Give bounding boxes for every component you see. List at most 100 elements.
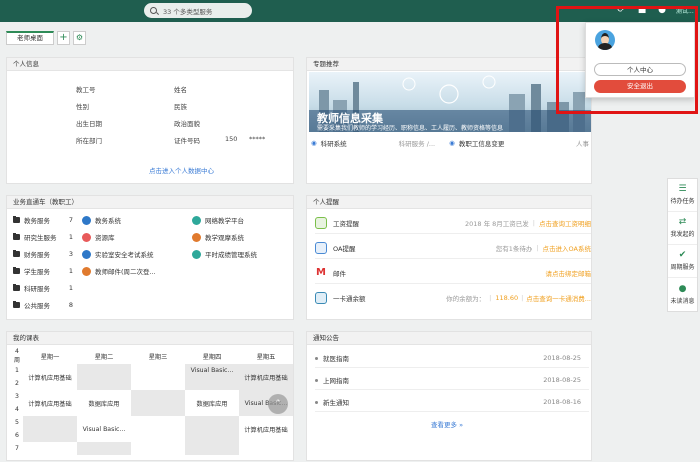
chat-icon: ●: [678, 283, 687, 294]
course-cell[interactable]: 计算机应用基础: [239, 364, 293, 390]
category-item[interactable]: 公共服务 8: [13, 300, 73, 310]
settings-gear-icon[interactable]: ⚙: [73, 31, 86, 45]
card-balance-row[interactable]: 一卡通余额 你的余额为： | 118.60 | 点击查询一卡通消费...: [315, 287, 591, 309]
folder-icon: [13, 266, 20, 274]
business-card: 业务直通车（教职工） 教务系统 资源库 实验室安全考试系统 教师邮件(周二次登.…: [6, 195, 294, 320]
banner-subtitle: 需要采集我们教师的学习经历、职称信息、工人履历、教师资格等信息: [317, 125, 504, 132]
notice-item[interactable]: 就医指南 2018-08-25: [315, 348, 589, 368]
search-bar[interactable]: 33 个多类型服务: [144, 3, 252, 18]
reminder-action-link[interactable]: 点击查询工资明细: [539, 218, 591, 228]
category-item[interactable]: 财务服务 3: [13, 249, 73, 259]
notices-card: 通知公告 就医指南 2018-08-25 上网指南 2018-08-25 新生通…: [306, 331, 592, 461]
highlight-frame: [556, 6, 698, 114]
system-academic[interactable]: 教务系统: [82, 215, 121, 225]
observation-icon: [192, 232, 201, 242]
notice-date: 2018-08-16: [543, 397, 581, 406]
notice-item[interactable]: 新生通知 2018-08-16: [315, 392, 589, 412]
reminder-action-link[interactable]: 点击进入OA系统: [543, 243, 591, 253]
course-cell[interactable]: Visual Basic...: [185, 364, 239, 377]
course-cell[interactable]: 数据库应用: [185, 390, 239, 416]
scroll-up-button[interactable]: ⌃: [268, 394, 288, 414]
label-birthdate: 出生日期: [76, 120, 102, 128]
todo-tasks-button[interactable]: ☰ 待办任务: [668, 179, 697, 212]
category-item[interactable]: 教务服务 7: [13, 215, 73, 225]
initiated-button[interactable]: ⇄ 我发起的: [668, 212, 697, 245]
category-item[interactable]: 学生服务 1: [13, 266, 73, 276]
add-tab-button[interactable]: +: [57, 31, 70, 45]
notice-title: 新生通知: [323, 398, 349, 407]
day-header: 星期五: [256, 353, 276, 361]
reminder-info: 2018 年 8月工资已发: [464, 219, 529, 228]
topic-systems-row: ◉ 科研系统 科研服务 /... ◉ 教职工信息变更 人事: [311, 136, 589, 150]
research-service-label: 科研服务 /...: [398, 140, 436, 148]
rb-label: 待办任务: [670, 198, 695, 205]
oa-reminder-row[interactable]: OA提醒 您有1条待办 | 点击进入OA系统: [315, 237, 591, 259]
period-number: 5: [15, 419, 19, 426]
system-label: 教务系统: [95, 217, 121, 225]
notices-title: 通知公告: [307, 332, 591, 345]
empty-cell: [131, 442, 185, 455]
unread-messages-button[interactable]: ● 未读消息: [668, 278, 697, 311]
salary-reminder-row[interactable]: 工资提醒 2018 年 8月工资已发 | 点击查询工资明细: [315, 212, 591, 234]
system-resource[interactable]: 资源库: [82, 232, 115, 242]
academic-system-icon: [82, 215, 91, 225]
research-system-icon: ◉: [311, 139, 317, 147]
system-observation[interactable]: 教学观摩系统: [192, 232, 244, 242]
topic-banner[interactable]: 教师信息采集 需要采集我们教师的学习经历、职称信息、工人履历、教师资格等信息: [309, 72, 591, 132]
periodic-service-button[interactable]: ✔ 周期服务: [668, 245, 697, 278]
course-cell[interactable]: 计算机应用基础: [23, 390, 77, 416]
category-name: 公共服务: [24, 302, 50, 310]
category-item[interactable]: 研究生服务 1: [13, 232, 73, 242]
category-name: 学生服务: [24, 268, 50, 276]
reminder-name: OA提醒: [333, 244, 356, 253]
rb-label: 未读消息: [670, 297, 695, 305]
category-name: 教务服务: [24, 217, 50, 225]
category-count: 1: [68, 233, 73, 241]
notice-item[interactable]: 上网指南 2018-08-25: [315, 370, 589, 390]
empty-cell: [185, 377, 239, 390]
reminder-action-link[interactable]: 请点击绑定邮箱: [546, 268, 592, 278]
system-online-teaching[interactable]: 网络教学平台: [192, 215, 244, 225]
reminder-action-link[interactable]: 点击查询一卡通消费...: [526, 293, 591, 303]
system-grades[interactable]: 平时成绩管理系统: [192, 249, 257, 259]
system-label: 教师邮件(周二次登...: [95, 268, 156, 276]
day-header: 星期二: [94, 353, 114, 361]
course-cell[interactable]: Visual Basic...: [77, 416, 131, 442]
salary-icon: [315, 216, 327, 229]
grades-icon: [192, 249, 201, 259]
research-system-label[interactable]: 科研系统: [321, 138, 347, 148]
staff-info-change-label[interactable]: 教职工信息变更: [459, 138, 505, 148]
system-lab-safety[interactable]: 实验室安全考试系统: [82, 249, 154, 259]
folder-icon: [13, 300, 20, 308]
reminders-title: 个人提醒: [307, 196, 591, 209]
mail-system-icon: [82, 266, 91, 276]
tab-teacher-desktop[interactable]: 老师桌面: [6, 31, 54, 45]
course-cell[interactable]: 计算机应用基础: [23, 364, 77, 390]
empty-cell: [23, 442, 77, 455]
reminders-card: 个人提醒 工资提醒 2018 年 8月工资已发 | 点击查询工资明细 OA提醒 …: [306, 195, 592, 320]
category-count: 1: [68, 284, 73, 292]
notice-title: 上网指南: [323, 376, 349, 385]
schedule-card: 我的课表 4周 星期一 星期二 星期三 星期四 星期五 1 计算机应用基础 Vi…: [6, 331, 294, 461]
reminder-name: 一卡通余额: [333, 295, 366, 303]
mail-reminder-row[interactable]: M 邮件 请点击绑定邮箱: [315, 262, 591, 284]
system-label: 教学观摩系统: [205, 234, 244, 242]
category-item[interactable]: 科研服务 1: [13, 283, 73, 293]
label-ethnicity: 民族: [174, 103, 187, 111]
empty-cell: [239, 442, 293, 455]
view-more-link[interactable]: 查看更多 »: [431, 419, 463, 429]
course-cell[interactable]: 数据库应用: [77, 390, 131, 416]
tab-bar: 老师桌面 + ⚙: [6, 30, 86, 46]
system-mail[interactable]: 教师邮件(周二次登...: [82, 266, 156, 276]
empty-cell: [131, 416, 185, 442]
course-cell[interactable]: 计算机应用基础: [239, 416, 293, 442]
category-count: 7: [68, 216, 73, 224]
folder-icon: [13, 283, 20, 291]
notice-title: 就医指南: [323, 354, 349, 363]
notice-date: 2018-08-25: [543, 375, 581, 384]
system-label: 资源库: [95, 234, 115, 242]
personal-data-center-link[interactable]: 点击进入个人数据中心: [149, 165, 214, 175]
gmail-icon: M: [315, 266, 327, 279]
bullet-icon: [315, 357, 318, 360]
label-staff-id: 教工号: [76, 86, 96, 94]
